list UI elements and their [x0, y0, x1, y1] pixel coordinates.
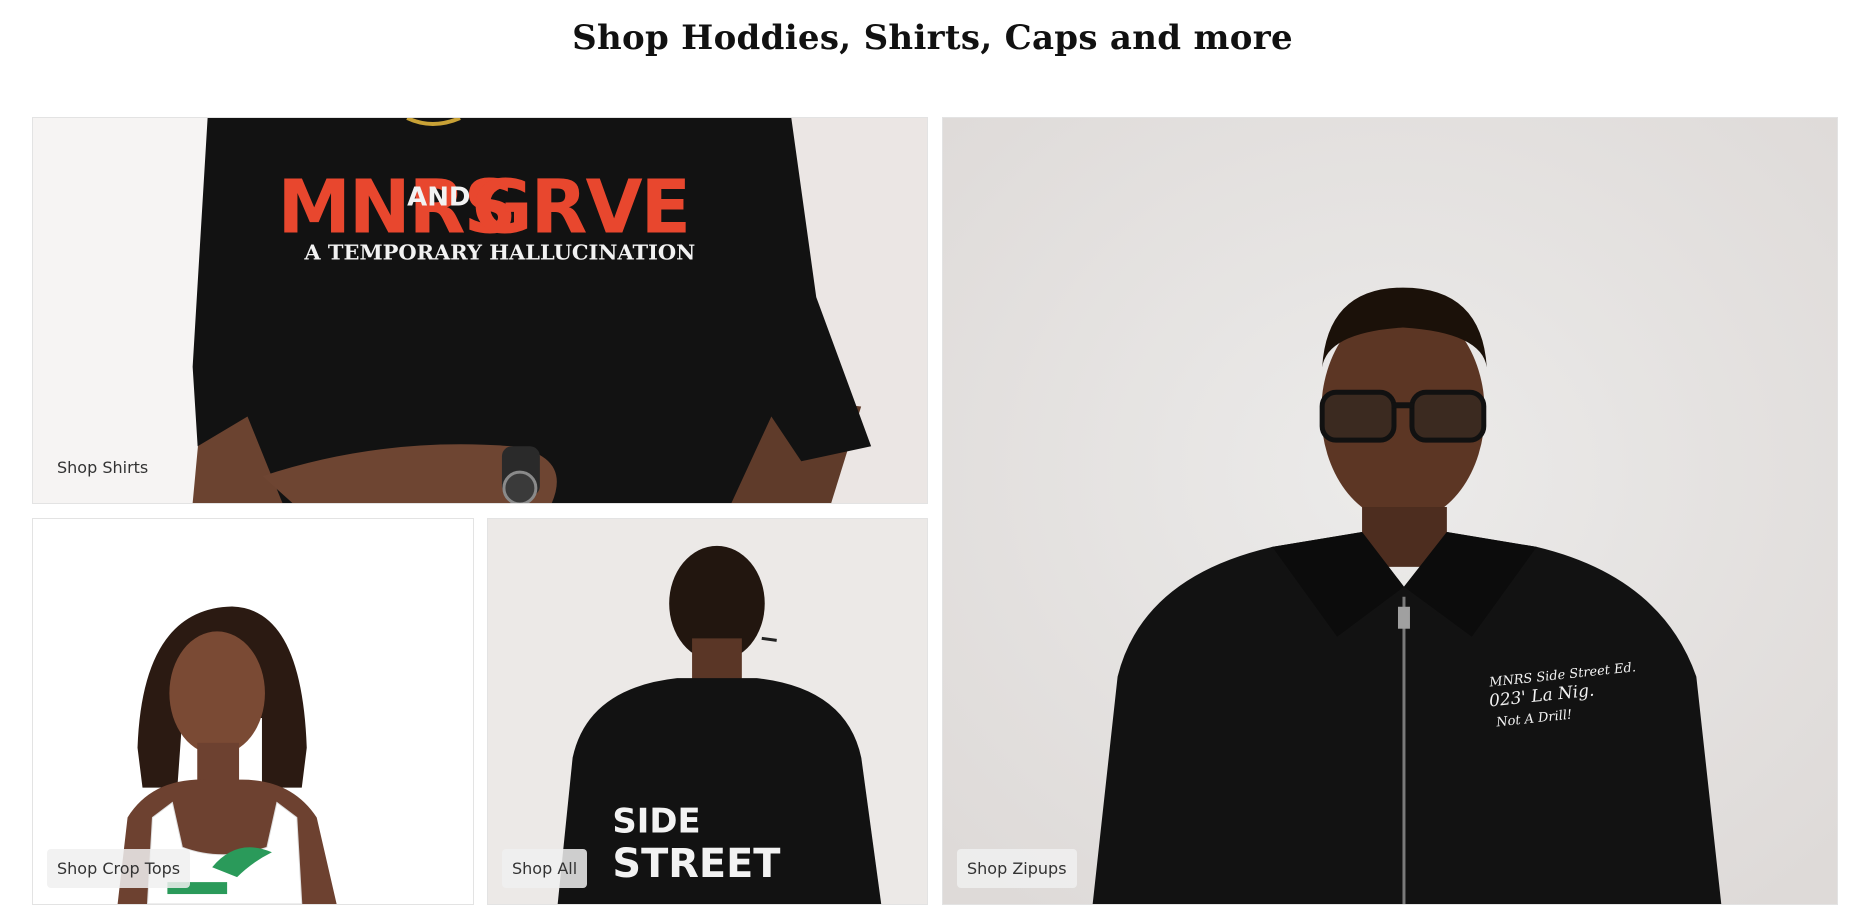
shop-crop-tops-tile[interactable]: Shop Crop Tops — [32, 518, 474, 905]
shirt-print-text-right: GRVE — [472, 166, 689, 251]
shop-crop-tops-label[interactable]: Shop Crop Tops — [47, 849, 191, 888]
shop-zipups-label[interactable]: Shop Zipups — [957, 849, 1077, 888]
jacket-print-bottom: STREET — [612, 841, 780, 887]
shop-shirts-label[interactable]: Shop Shirts — [47, 448, 158, 487]
jacket-print-top: SIDE — [612, 801, 700, 840]
shop-all-tile[interactable]: SIDE STREET Shop All — [487, 518, 928, 905]
shirts-photo: MNRS AND GRVE A TEMPORARY HALLUCINATION — [33, 118, 927, 503]
shirt-print-sub: A TEMPORARY HALLUCINATION — [303, 239, 695, 264]
shop-all-label[interactable]: Shop All — [502, 849, 588, 888]
zipups-photo: MNRS Side Street Ed. 023' La Nig. Not A … — [943, 118, 1837, 904]
shirt-print-mid: AND — [407, 183, 470, 213]
page-title: Shop Hoddies, Shirts, Caps and more — [572, 18, 1293, 58]
crop-tops-photo — [33, 519, 473, 904]
shop-zipups-tile[interactable]: MNRS Side Street Ed. 023' La Nig. Not A … — [942, 117, 1838, 905]
shop-shirts-tile[interactable]: MNRS AND GRVE A TEMPORARY HALLUCINATION … — [32, 117, 928, 504]
shop-all-photo: SIDE STREET — [488, 519, 927, 904]
